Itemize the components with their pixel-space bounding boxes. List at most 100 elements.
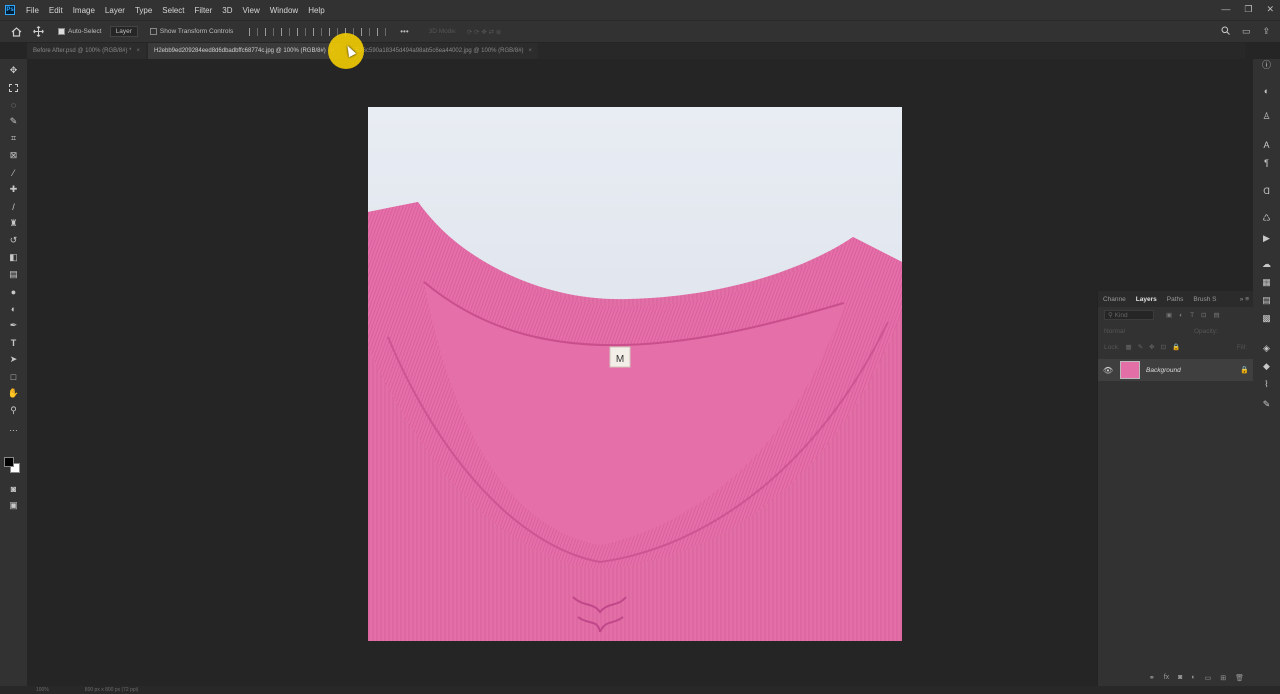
- document-canvas[interactable]: M: [368, 107, 902, 641]
- adjustment-layer-icon[interactable]: ◐: [1191, 674, 1195, 682]
- properties-icon[interactable]: ♙: [1261, 111, 1272, 122]
- clone-source-icon[interactable]: ♺: [1261, 213, 1272, 224]
- new-layer-icon[interactable]: ⊞: [1220, 674, 1226, 682]
- move-tool-icon[interactable]: ✥: [8, 65, 19, 76]
- tab-brush-settings[interactable]: Brush S: [1188, 296, 1221, 303]
- gradients-icon[interactable]: ▤: [1261, 295, 1272, 306]
- character-icon[interactable]: A: [1261, 139, 1272, 150]
- 3d-orbit-icon[interactable]: ⟳ ⟳ ✥ ⇄ ⊕: [467, 28, 501, 36]
- transform-controls-box[interactable]: [149, 27, 157, 35]
- menu-window[interactable]: Window: [265, 6, 303, 15]
- auto-select-box[interactable]: [58, 27, 65, 35]
- gradient-tool-icon[interactable]: ▤: [8, 269, 19, 280]
- crop-tool-icon[interactable]: ⌗: [8, 133, 19, 144]
- layer-row-background[interactable]: 👁 Background 🔒: [1098, 359, 1253, 381]
- auto-select-checkbox[interactable]: Auto-Select: [58, 27, 102, 35]
- menu-layer[interactable]: Layer: [100, 6, 130, 15]
- menu-select[interactable]: Select: [157, 6, 189, 15]
- blur-tool-icon[interactable]: ●: [8, 286, 19, 297]
- zoom-level[interactable]: 100%: [36, 687, 49, 693]
- edit-toolbar-icon[interactable]: …: [8, 422, 19, 433]
- group-icon[interactable]: ▭: [1205, 674, 1212, 682]
- frame-tool-icon[interactable]: ⊠: [8, 150, 19, 161]
- canvas-area[interactable]: M: [27, 59, 1096, 686]
- quick-mask-icon[interactable]: ◙: [8, 483, 19, 494]
- menu-3d[interactable]: 3D: [217, 6, 237, 15]
- distribute-vertical-icon[interactable]: [377, 27, 387, 36]
- layer-name[interactable]: Background: [1146, 367, 1240, 374]
- tab-close-icon[interactable]: ×: [136, 48, 140, 54]
- align-center-icon[interactable]: [265, 27, 275, 36]
- info-icon[interactable]: ⓘ: [1261, 59, 1272, 70]
- dodge-tool-icon[interactable]: ◐: [8, 303, 19, 314]
- channels-icon[interactable]: ◆: [1261, 361, 1272, 372]
- brush-tool-icon[interactable]: /: [8, 201, 19, 212]
- add-mask-icon[interactable]: ◙: [1178, 674, 1182, 682]
- tab-channels[interactable]: Channe: [1098, 296, 1131, 303]
- visibility-eye-icon[interactable]: 👁: [1102, 366, 1114, 375]
- clone-stamp-tool-icon[interactable]: ♜: [8, 218, 19, 229]
- delete-layer-icon[interactable]: 🗑: [1235, 674, 1244, 682]
- tab-paths[interactable]: Paths: [1162, 296, 1189, 303]
- share-icon[interactable]: ⇪: [1262, 26, 1270, 37]
- path-selection-tool-icon[interactable]: ➤: [8, 354, 19, 365]
- layers-icon[interactable]: ◈: [1261, 343, 1272, 354]
- tab-layers[interactable]: Layers: [1131, 296, 1162, 303]
- pen-tool-icon[interactable]: ✒: [8, 320, 19, 331]
- menu-help[interactable]: Help: [303, 6, 329, 15]
- lock-icons[interactable]: ▦✎✥⊡🔒: [1126, 343, 1187, 351]
- link-layers-icon[interactable]: ⚭: [1149, 674, 1155, 682]
- workspace-icon[interactable]: ▭: [1242, 26, 1251, 37]
- type-tool-icon[interactable]: T: [8, 337, 19, 348]
- lasso-tool-icon[interactable]: ◌: [8, 99, 19, 110]
- brushes-icon[interactable]: ✎: [1261, 399, 1272, 410]
- align-left-icon[interactable]: [249, 27, 259, 36]
- blend-mode-dropdown[interactable]: Normal: [1104, 328, 1164, 335]
- target-dropdown[interactable]: Layer: [109, 26, 138, 37]
- healing-brush-tool-icon[interactable]: ✚: [8, 184, 19, 195]
- tab-close-icon[interactable]: ×: [529, 48, 533, 54]
- adjustments-icon[interactable]: ◐: [1261, 85, 1272, 96]
- glyphs-icon[interactable]: Ɑ: [1261, 185, 1272, 196]
- close-button[interactable]: ✕: [1266, 4, 1274, 15]
- align-right-icon[interactable]: [281, 27, 291, 36]
- paths-icon[interactable]: ⌇: [1261, 379, 1272, 390]
- align-top-icon[interactable]: [297, 27, 307, 36]
- eraser-tool-icon[interactable]: ◧: [8, 252, 19, 263]
- transform-controls-checkbox[interactable]: Show Transform Controls: [149, 27, 233, 35]
- zoom-tool-icon[interactable]: ⚲: [8, 405, 19, 416]
- history-brush-tool-icon[interactable]: ↺: [8, 235, 19, 246]
- menu-type[interactable]: Type: [130, 6, 157, 15]
- align-middle-icon[interactable]: [313, 27, 323, 36]
- tab-h2ebb9ed[interactable]: H2ebb9ed209284eed8d6dbadbffc68774c.jpg @…: [148, 43, 341, 59]
- actions-icon[interactable]: ▶: [1261, 233, 1272, 244]
- tab-h5576c590[interactable]: H5576c590a18345d494a98ab5c6ea44002.jpg @…: [342, 43, 539, 59]
- menu-image[interactable]: Image: [68, 6, 100, 15]
- filter-type-icons[interactable]: ▣◐T⊡▤: [1166, 311, 1227, 319]
- distribute-spacing-icon[interactable]: [361, 27, 371, 36]
- hand-tool-icon[interactable]: ✋: [8, 388, 19, 399]
- foreground-color-swatch[interactable]: [4, 457, 14, 467]
- move-tool-preset-icon[interactable]: [32, 26, 44, 38]
- restore-button[interactable]: ❐: [1244, 4, 1252, 15]
- marquee-tool-icon[interactable]: [8, 82, 19, 93]
- layer-style-icon[interactable]: fx: [1164, 674, 1169, 682]
- patterns-icon[interactable]: ▩: [1261, 313, 1272, 324]
- layer-kind-filter[interactable]: ⚲ Kind: [1104, 310, 1154, 320]
- search-icon[interactable]: [1221, 26, 1230, 37]
- menu-file[interactable]: File: [21, 6, 44, 15]
- menu-filter[interactable]: Filter: [190, 6, 218, 15]
- tab-before-after[interactable]: Before After.psd @ 100% (RGB/8#) * ×: [27, 43, 146, 59]
- paragraph-icon[interactable]: ¶: [1261, 157, 1272, 168]
- menu-view[interactable]: View: [238, 6, 265, 15]
- minimize-button[interactable]: —: [1221, 4, 1230, 15]
- libraries-icon[interactable]: ☁: [1261, 259, 1272, 270]
- screen-mode-icon[interactable]: ▣: [8, 500, 19, 511]
- home-icon[interactable]: [10, 26, 22, 38]
- more-options-button[interactable]: •••: [400, 27, 408, 36]
- menu-edit[interactable]: Edit: [44, 6, 68, 15]
- quick-select-tool-icon[interactable]: ✎: [8, 116, 19, 127]
- rectangle-tool-icon[interactable]: □: [8, 371, 19, 382]
- swatches-icon[interactable]: ▦: [1261, 277, 1272, 288]
- eyedropper-tool-icon[interactable]: ⁄: [8, 167, 19, 178]
